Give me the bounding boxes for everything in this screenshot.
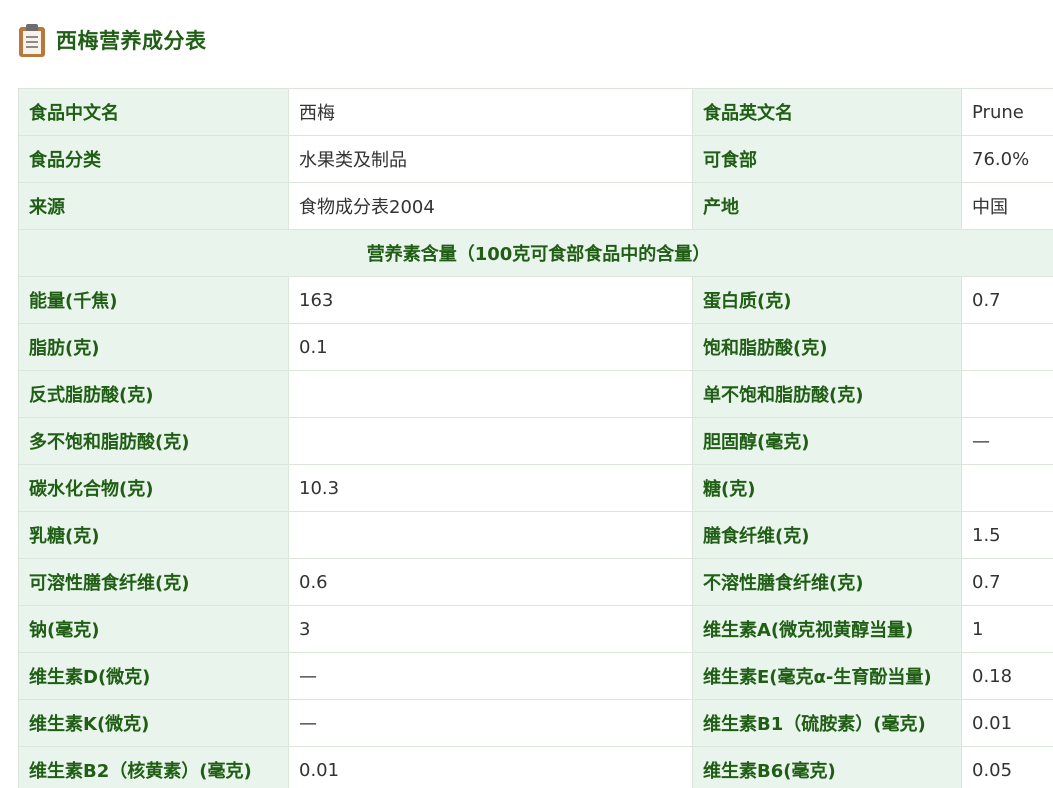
table-row: 乳糖(克) 膳食纤维(克) 1.5 [18,511,1053,559]
table-row: 可溶性膳食纤维(克) 0.6 不溶性膳食纤维(克) 0.7 [18,558,1053,606]
cell-label: 维生素B2（核黄素）(毫克) [18,746,289,788]
cell-label: 碳水化合物(克) [18,464,289,512]
cell-label: 可食部 [692,135,962,183]
cell-label: 饱和脂肪酸(克) [692,323,962,371]
cell-value: 76.0% [961,135,1053,183]
table-row: 维生素B2（核黄素）(毫克) 0.01 维生素B6(毫克) 0.05 [18,746,1053,788]
cell-value: 水果类及制品 [288,135,693,183]
cell-value: — [288,699,693,747]
table-row: 来源 食物成分表2004 产地 中国 [18,182,1053,230]
cell-label: 产地 [692,182,962,230]
cell-value: 3 [288,605,693,653]
cell-value: 1 [961,605,1053,653]
table-row: 食品中文名 西梅 食品英文名 Prune [18,88,1053,136]
cell-label: 钠(毫克) [18,605,289,653]
cell-value: — [961,417,1053,465]
cell-value: 0.18 [961,652,1053,700]
cell-value: 0.05 [961,746,1053,788]
cell-value: 163 [288,276,693,324]
cell-label: 糖(克) [692,464,962,512]
cell-value: 0.6 [288,558,693,606]
nutrition-table: 食品中文名 西梅 食品英文名 Prune 食品分类 水果类及制品 可食部 76.0% 来源 食物成… [18,88,1053,788]
cell-label: 反式脂肪酸(克) [18,370,289,418]
table-row: 食品分类 水果类及制品 可食部 76.0% [18,135,1053,183]
cell-label: 食品英文名 [692,88,962,136]
cell-value [961,323,1053,371]
cell-label: 维生素A(微克视黄醇当量) [692,605,962,653]
cell-label: 维生素K(微克) [18,699,289,747]
page-title: 西梅营养成分表 [56,29,207,53]
cell-value: — [288,652,693,700]
cell-label: 来源 [18,182,289,230]
cell-label: 维生素D(微克) [18,652,289,700]
cell-value: 0.01 [288,746,693,788]
table-row: 多不饱和脂肪酸(克) 胆固醇(毫克) — [18,417,1053,465]
cell-value [961,370,1053,418]
cell-value: 0.1 [288,323,693,371]
page-header: 西梅营养成分表 [18,22,207,58]
cell-label: 维生素B1（硫胺素）(毫克) [692,699,962,747]
cell-label: 食品分类 [18,135,289,183]
cell-value: 0.7 [961,558,1053,606]
cell-label: 不溶性膳食纤维(克) [692,558,962,606]
cell-value [961,464,1053,512]
cell-value: 食物成分表2004 [288,182,693,230]
table-row: 脂肪(克) 0.1 饱和脂肪酸(克) [18,323,1053,371]
cell-label: 维生素B6(毫克) [692,746,962,788]
cell-value: 10.3 [288,464,693,512]
section-row: 营养素含量（100克可食部食品中的含量） [18,229,1053,277]
cell-label: 维生素E(毫克α-生育酚当量) [692,652,962,700]
cell-label: 食品中文名 [18,88,289,136]
cell-label: 膳食纤维(克) [692,511,962,559]
table-row: 维生素K(微克) — 维生素B1（硫胺素）(毫克) 0.01 [18,699,1053,747]
table-row: 碳水化合物(克) 10.3 糖(克) [18,464,1053,512]
cell-value [288,511,693,559]
table-row: 能量(千焦) 163 蛋白质(克) 0.7 [18,276,1053,324]
cell-value: 西梅 [288,88,693,136]
table-row: 维生素D(微克) — 维生素E(毫克α-生育酚当量) 0.18 [18,652,1053,700]
cell-label: 脂肪(克) [18,323,289,371]
cell-label: 单不饱和脂肪酸(克) [692,370,962,418]
clipboard-icon [18,23,46,57]
table-row: 反式脂肪酸(克) 单不饱和脂肪酸(克) [18,370,1053,418]
cell-label: 可溶性膳食纤维(克) [18,558,289,606]
table-row: 钠(毫克) 3 维生素A(微克视黄醇当量) 1 [18,605,1053,653]
cell-label: 蛋白质(克) [692,276,962,324]
cell-value: 0.01 [961,699,1053,747]
cell-value: Prune [961,88,1053,136]
cell-label: 多不饱和脂肪酸(克) [18,417,289,465]
cell-label: 胆固醇(毫克) [692,417,962,465]
cell-label: 能量(千焦) [18,276,289,324]
cell-value [288,417,693,465]
cell-value: 0.7 [961,276,1053,324]
cell-value: 1.5 [961,511,1053,559]
cell-label: 乳糖(克) [18,511,289,559]
cell-value [288,370,693,418]
section-title: 营养素含量（100克可食部食品中的含量） [18,229,1053,277]
cell-value: 中国 [961,182,1053,230]
